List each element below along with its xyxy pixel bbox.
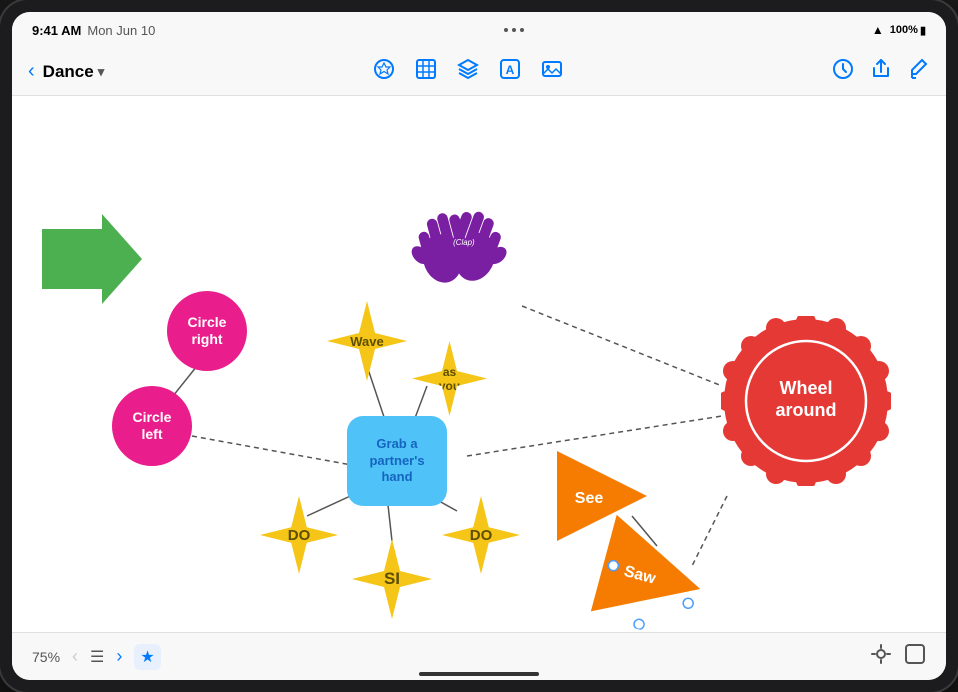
circle-right[interactable]: Circle right [167, 291, 247, 371]
next-button[interactable]: › [112, 642, 126, 671]
wheel-around-container: Wheel around [721, 316, 891, 486]
back-button[interactable]: ‹ [28, 60, 35, 83]
battery-icon: 100% ▮ [890, 24, 926, 37]
status-bar: 9:41 AM Mon Jun 10 ▲ 100% ▮ [12, 12, 946, 48]
shape-tool-icon[interactable] [373, 58, 395, 86]
ipad-screen: 9:41 AM Mon Jun 10 ▲ 100% ▮ ‹ Danc [12, 12, 946, 680]
time: 9:41 AM [32, 23, 81, 38]
star-button[interactable]: ★ [134, 644, 160, 670]
do-right-shape[interactable]: DO [442, 496, 520, 574]
si-label: SI [384, 569, 400, 589]
do-left-label: DO [288, 527, 311, 544]
arrange-icon[interactable] [870, 643, 892, 670]
green-arrow [42, 214, 142, 304]
svg-text:(Clap): (Clap) [388, 242, 410, 251]
svg-text:around: around [776, 400, 837, 420]
svg-text:Wheel: Wheel [779, 378, 832, 398]
zoom-level: 75% [32, 649, 60, 665]
as-you-label: as you [439, 365, 460, 393]
circle-left-label: Circle left [133, 409, 172, 443]
edit-icon[interactable] [908, 58, 930, 86]
ipad-frame: 9:41 AM Mon Jun 10 ▲ 100% ▮ ‹ Danc [0, 0, 958, 692]
date: Mon Jun 10 [87, 23, 155, 38]
battery-symbol: ▮ [920, 24, 926, 37]
toolbar-center: A [104, 58, 832, 86]
do-right-label: DO [470, 527, 493, 544]
hands-clap: (Clap) (Clap) [372, 186, 512, 286]
saw-triangle[interactable]: Saw [591, 515, 713, 632]
wave-shape[interactable]: Wave [327, 301, 407, 381]
circle-left[interactable]: Circle left [112, 386, 192, 466]
battery-level: 100% [890, 24, 918, 36]
wifi-icon: ▲ [872, 23, 884, 37]
dot1 [504, 28, 508, 32]
toolbar-right [832, 58, 930, 86]
history-icon[interactable] [832, 58, 854, 86]
canvas[interactable]: Circle right Circle left [12, 96, 946, 632]
list-icon[interactable]: ☰ [90, 647, 104, 667]
toolbar-left[interactable]: ‹ Dance ▾ [28, 60, 104, 83]
layout-icon[interactable] [904, 643, 926, 670]
status-bar-dots [504, 28, 524, 32]
bottom-right [870, 643, 926, 670]
si-shape[interactable]: SI [352, 539, 432, 619]
bottom-left: 75% ‹ ☰ › ★ [32, 642, 161, 671]
doc-title[interactable]: Dance ▾ [43, 62, 105, 82]
text-tool-icon[interactable]: A [499, 58, 521, 86]
layers-tool-icon[interactable] [457, 58, 479, 86]
status-bar-left: 9:41 AM Mon Jun 10 [32, 23, 155, 38]
svg-text:A: A [506, 63, 515, 77]
image-tool-icon[interactable] [541, 58, 563, 86]
dot3 [520, 28, 524, 32]
do-left-shape[interactable]: DO [260, 496, 338, 574]
dot2 [512, 28, 516, 32]
as-you-shape[interactable]: as you [412, 341, 487, 416]
status-bar-right: ▲ 100% ▮ [872, 23, 926, 37]
grab-partner-shape[interactable]: Grab a partner's hand [347, 416, 447, 506]
home-indicator [419, 672, 539, 676]
grab-partner-label: Grab a partner's hand [369, 436, 424, 487]
table-tool-icon[interactable] [415, 58, 437, 86]
toolbar: ‹ Dance ▾ [12, 48, 946, 96]
svg-text:(Clap): (Clap) [453, 238, 475, 247]
svg-text:See: See [575, 490, 604, 507]
wave-label: Wave [350, 334, 383, 349]
prev-button[interactable]: ‹ [68, 642, 82, 671]
share-icon[interactable] [870, 58, 892, 86]
circle-right-label: Circle right [188, 314, 227, 348]
